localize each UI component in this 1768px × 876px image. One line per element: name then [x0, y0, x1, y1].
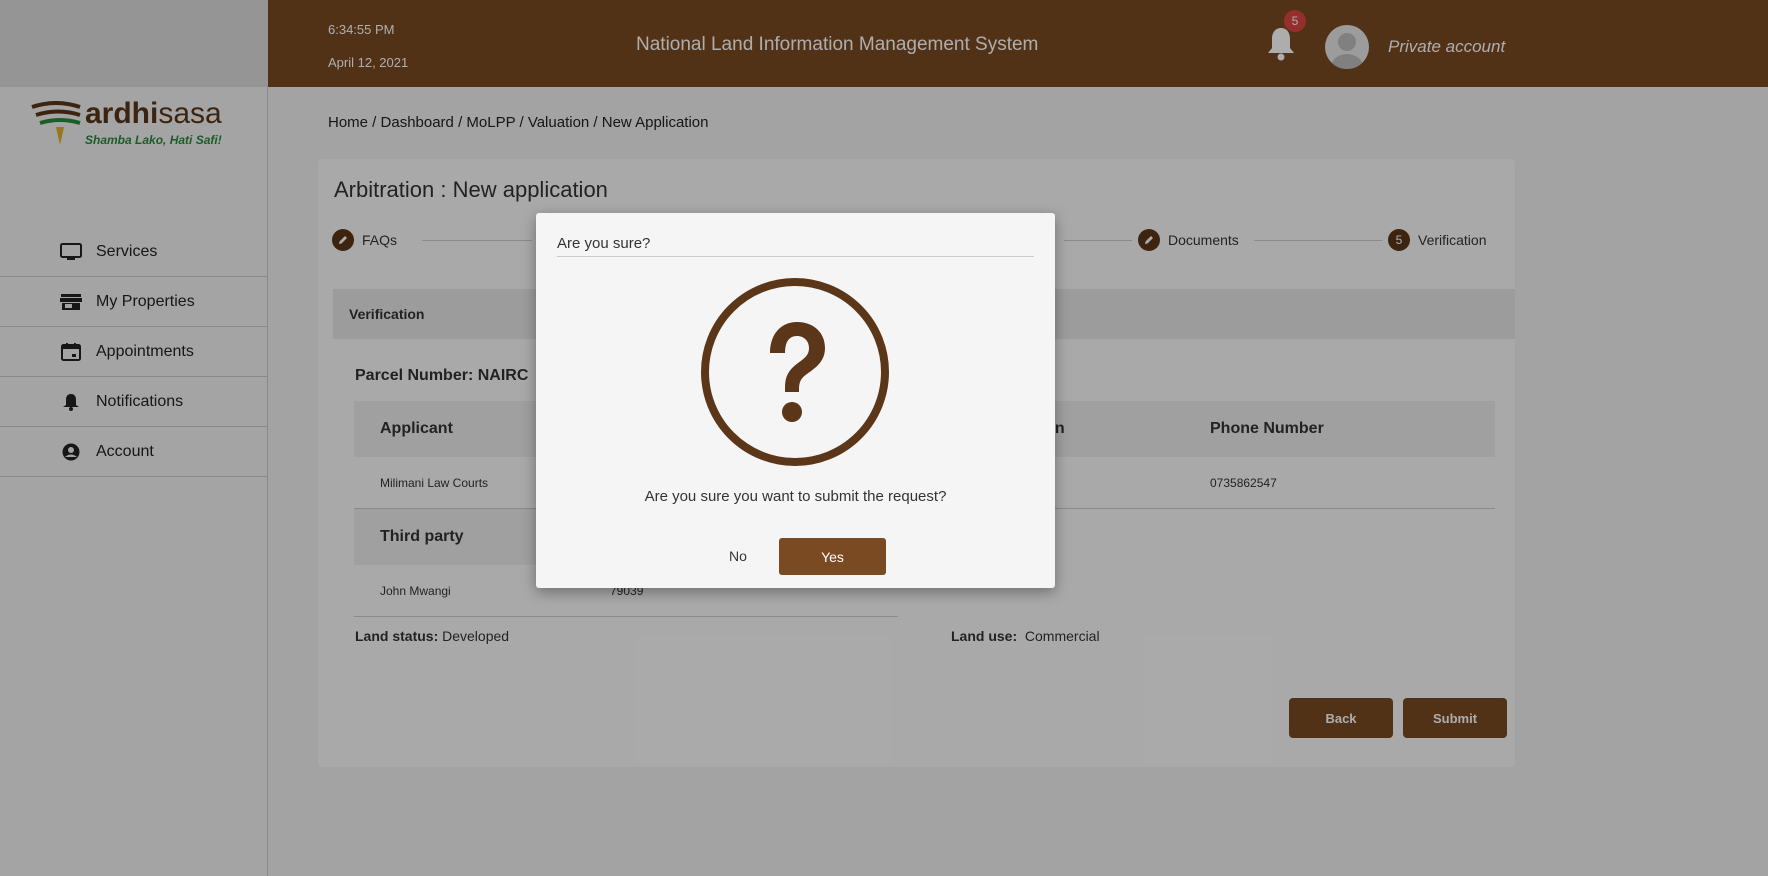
question-circle-icon — [698, 275, 892, 469]
no-button[interactable]: No — [716, 538, 760, 574]
dialog-message: Are you sure you want to submit the requ… — [644, 488, 947, 505]
yes-button[interactable]: Yes — [779, 538, 886, 575]
dialog-title: Are you sure? — [557, 235, 1034, 257]
confirm-dialog: Are you sure? Are you sure you want to s… — [536, 213, 1055, 588]
